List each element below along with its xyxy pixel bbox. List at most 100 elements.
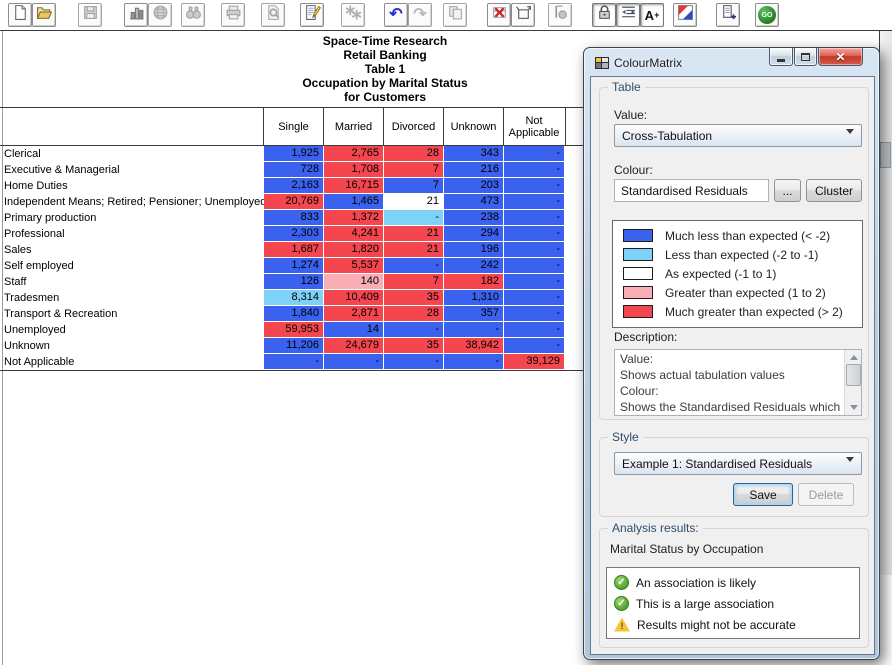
table-cell[interactable]: 203 bbox=[444, 178, 503, 193]
table-cell[interactable]: - bbox=[324, 354, 383, 369]
row-label[interactable]: Staff bbox=[4, 276, 26, 288]
row-label[interactable]: Sales bbox=[4, 244, 32, 256]
table-cell[interactable]: - bbox=[504, 274, 564, 289]
table-cell[interactable]: 21 bbox=[384, 194, 443, 209]
table-cell[interactable]: - bbox=[504, 306, 564, 321]
table-cell[interactable]: - bbox=[384, 210, 443, 225]
table-cell[interactable]: 2,163 bbox=[264, 178, 323, 193]
table-cell[interactable]: 10,409 bbox=[324, 290, 383, 305]
table-cell[interactable]: - bbox=[384, 354, 443, 369]
table-cell[interactable]: 2,765 bbox=[324, 146, 383, 161]
table-cell[interactable]: - bbox=[444, 322, 503, 337]
table-cell[interactable]: - bbox=[504, 178, 564, 193]
font-size-button[interactable]: A+ bbox=[640, 3, 664, 27]
table-cell[interactable]: 16,715 bbox=[324, 178, 383, 193]
table-cell[interactable]: - bbox=[444, 354, 503, 369]
table-cell[interactable]: 1,465 bbox=[324, 194, 383, 209]
table-cell[interactable]: 1,274 bbox=[264, 258, 323, 273]
table-cell[interactable]: 1,820 bbox=[324, 242, 383, 257]
maximize-button[interactable] bbox=[794, 48, 817, 66]
table-cell[interactable]: - bbox=[504, 210, 564, 225]
table-cell[interactable]: 24,679 bbox=[324, 338, 383, 353]
table-cell[interactable]: 38,942 bbox=[444, 338, 503, 353]
table-cell[interactable]: 59,953 bbox=[264, 322, 323, 337]
table-cell[interactable]: 21 bbox=[384, 242, 443, 257]
column-header-not-applicable[interactable]: Not Applicable bbox=[504, 108, 564, 145]
save-button[interactable]: Save bbox=[733, 483, 793, 506]
delete-table-button[interactable] bbox=[487, 3, 511, 27]
table-cell[interactable]: - bbox=[504, 258, 564, 273]
table-cell[interactable]: - bbox=[504, 226, 564, 241]
vertical-scrollbar[interactable] bbox=[879, 31, 892, 575]
table-cell[interactable]: 126 bbox=[264, 274, 323, 289]
table-cell[interactable]: 1,372 bbox=[324, 210, 383, 225]
column-header-unknown[interactable]: Unknown bbox=[444, 108, 503, 145]
table-cell[interactable]: 7 bbox=[384, 162, 443, 177]
go-button[interactable]: GO bbox=[755, 3, 779, 27]
table-cell[interactable]: 4,241 bbox=[324, 226, 383, 241]
table-cell[interactable]: 1,925 bbox=[264, 146, 323, 161]
row-label[interactable]: Unemployed bbox=[4, 324, 66, 336]
indent-button[interactable] bbox=[616, 3, 640, 27]
table-cell[interactable]: 182 bbox=[444, 274, 503, 289]
description-scrollbar[interactable] bbox=[844, 350, 861, 415]
row-label[interactable]: Transport & Recreation bbox=[4, 308, 117, 320]
scrollbar-thumb[interactable] bbox=[880, 142, 891, 168]
table-cell[interactable]: 1,687 bbox=[264, 242, 323, 257]
table-cell[interactable]: 1,708 bbox=[324, 162, 383, 177]
row-label[interactable]: Independent Means; Retired; Pensioner; U… bbox=[4, 196, 266, 208]
description-scrollbar-thumb[interactable] bbox=[846, 364, 861, 386]
table-cell[interactable]: - bbox=[264, 354, 323, 369]
scroll-up-icon[interactable] bbox=[847, 351, 860, 364]
table-cell[interactable]: 216 bbox=[444, 162, 503, 177]
table-cell[interactable]: 8,314 bbox=[264, 290, 323, 305]
table-cell[interactable]: 5,537 bbox=[324, 258, 383, 273]
browse-button[interactable]: ... bbox=[774, 179, 801, 202]
table-cell[interactable]: 242 bbox=[444, 258, 503, 273]
colourmatrix-button[interactable] bbox=[673, 3, 697, 27]
row-label[interactable]: Self employed bbox=[4, 260, 74, 272]
table-cell[interactable]: - bbox=[504, 146, 564, 161]
table-cell[interactable]: 238 bbox=[444, 210, 503, 225]
new-document-button[interactable] bbox=[8, 3, 32, 27]
table-cell[interactable]: 2,871 bbox=[324, 306, 383, 321]
table-cell[interactable]: 140 bbox=[324, 274, 383, 289]
add-document-button[interactable] bbox=[716, 3, 740, 27]
row-label[interactable]: Professional bbox=[4, 228, 65, 240]
table-cell[interactable]: - bbox=[504, 242, 564, 257]
table-cell[interactable]: 357 bbox=[444, 306, 503, 321]
table-cell[interactable]: 1,310 bbox=[444, 290, 503, 305]
table-cell[interactable]: 2,303 bbox=[264, 226, 323, 241]
column-header-divorced[interactable]: Divorced bbox=[384, 108, 443, 145]
table-cell[interactable]: 294 bbox=[444, 226, 503, 241]
lock-button[interactable] bbox=[592, 3, 616, 27]
row-label[interactable]: Tradesmen bbox=[4, 292, 59, 304]
table-cell[interactable]: 7 bbox=[384, 274, 443, 289]
colour-input[interactable]: Standardised Residuals bbox=[614, 179, 769, 202]
table-cell[interactable]: 28 bbox=[384, 306, 443, 321]
column-header-married[interactable]: Married bbox=[324, 108, 383, 145]
table-cell[interactable]: 343 bbox=[444, 146, 503, 161]
table-cell[interactable]: - bbox=[504, 322, 564, 337]
table-cell[interactable]: - bbox=[504, 338, 564, 353]
table-cell[interactable]: - bbox=[504, 162, 564, 177]
table-cell[interactable]: 39,129 bbox=[504, 354, 564, 369]
minimize-button[interactable] bbox=[769, 48, 793, 66]
table-cell[interactable]: 1,840 bbox=[264, 306, 323, 321]
table-cell[interactable]: 11,206 bbox=[264, 338, 323, 353]
style-dropdown[interactable]: Example 1: Standardised Residuals bbox=[614, 452, 862, 475]
table-cell[interactable]: - bbox=[504, 194, 564, 209]
table-cell[interactable]: 728 bbox=[264, 162, 323, 177]
row-label[interactable]: Clerical bbox=[4, 148, 41, 160]
table-cell[interactable]: 7 bbox=[384, 178, 443, 193]
table-cell[interactable]: - bbox=[384, 258, 443, 273]
table-cell[interactable]: 196 bbox=[444, 242, 503, 257]
table-cell[interactable]: 833 bbox=[264, 210, 323, 225]
chart-button[interactable] bbox=[124, 3, 148, 27]
table-cell[interactable]: - bbox=[504, 290, 564, 305]
edit-notes-button[interactable] bbox=[300, 3, 324, 27]
row-label[interactable]: Primary production bbox=[4, 212, 96, 224]
table-cell[interactable]: 473 bbox=[444, 194, 503, 209]
table-cell[interactable]: 35 bbox=[384, 290, 443, 305]
table-cell[interactable]: 28 bbox=[384, 146, 443, 161]
